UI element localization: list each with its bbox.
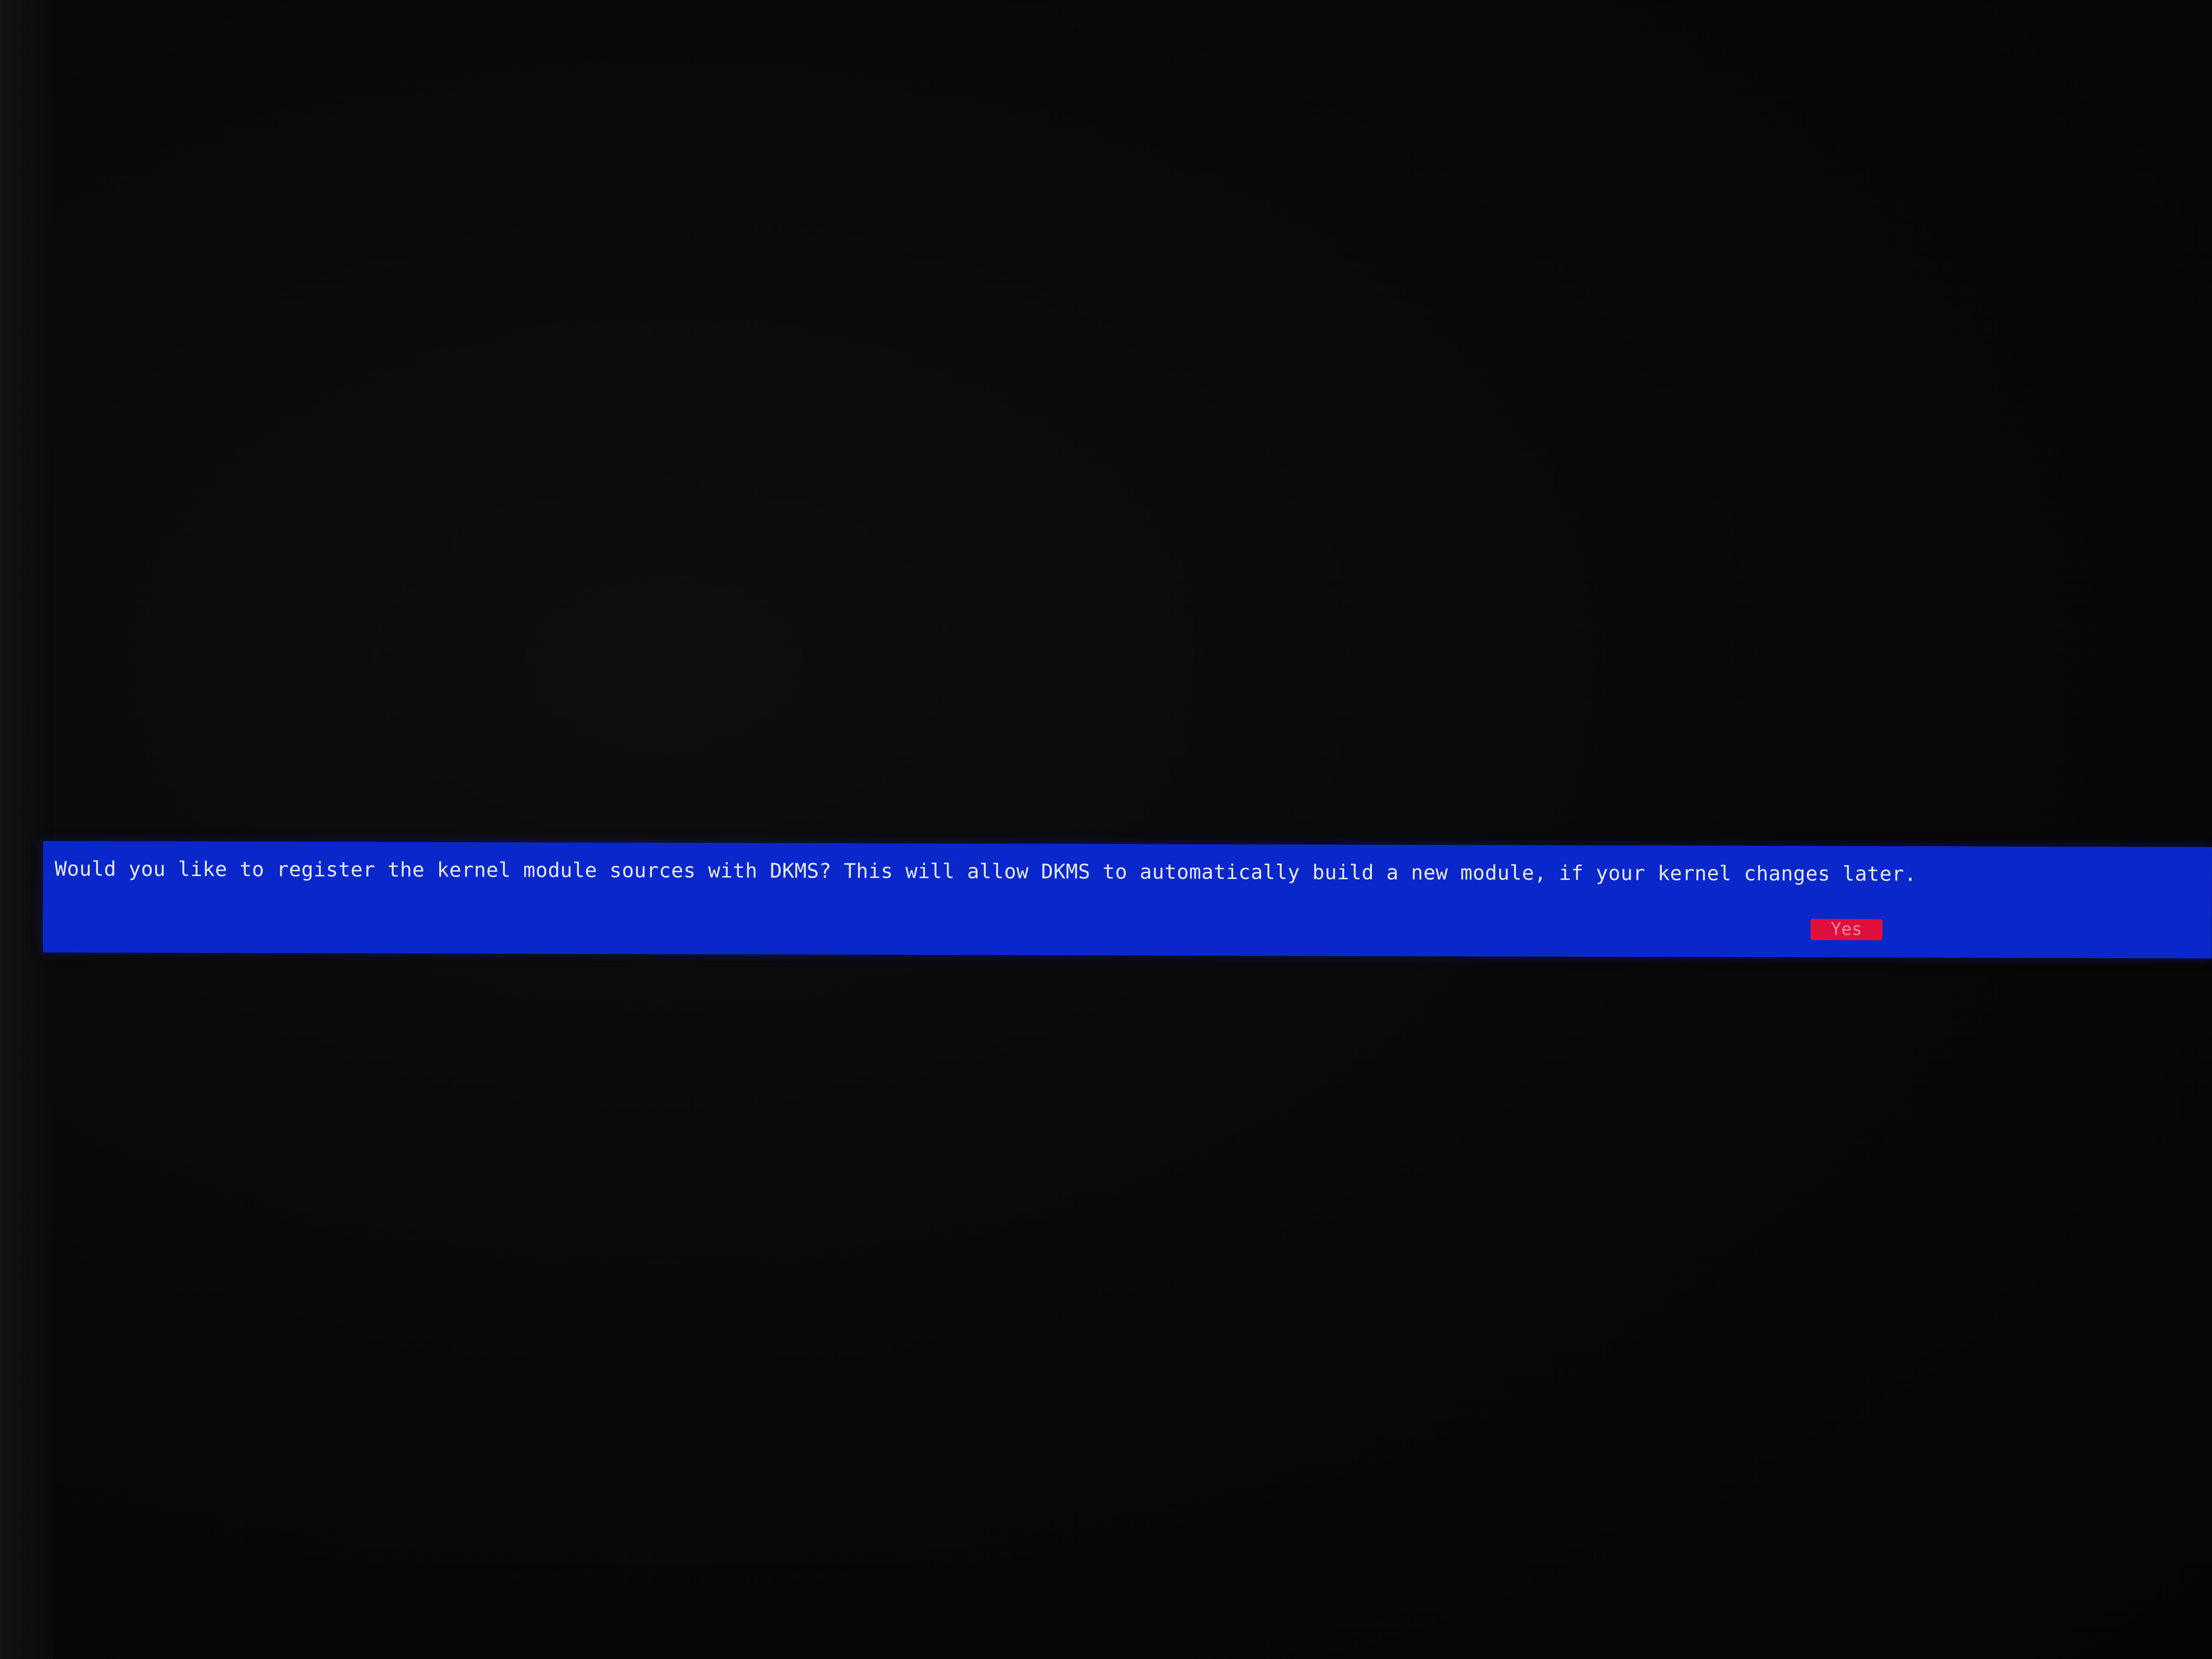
dialog-message: Would you like to register the kernel mo…	[54, 857, 1917, 886]
yes-button[interactable]: Yes	[1810, 919, 1883, 940]
dkms-dialog: Would you like to register the kernel mo…	[43, 841, 2212, 959]
monitor-bezel-edge	[0, 0, 53, 1659]
console-screen: Would you like to register the kernel mo…	[0, 0, 2212, 1659]
